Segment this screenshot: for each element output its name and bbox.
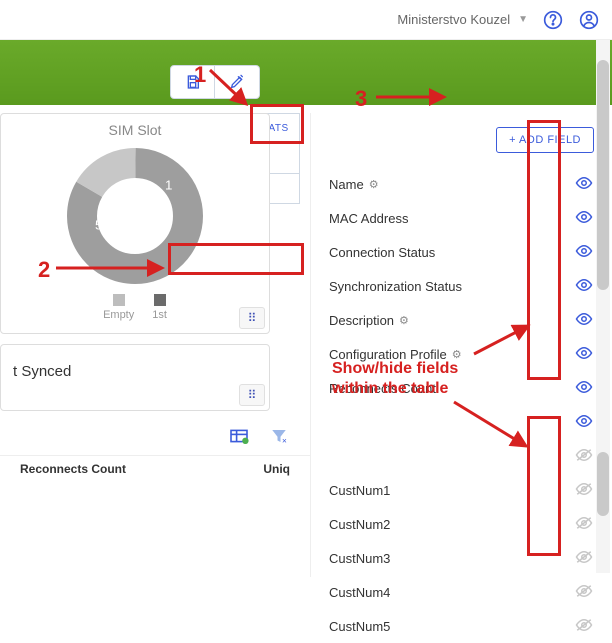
chart-title: SIM Slot — [13, 122, 257, 138]
eye-visible-icon[interactable] — [574, 414, 594, 431]
field-row: CustNum3 — [329, 541, 594, 575]
gear-icon[interactable]: ⚙ — [399, 314, 409, 327]
org-name: Ministerstvo Kouzel — [397, 12, 510, 27]
legend-1st: 1st — [152, 294, 167, 321]
field-label: CustNum1 — [329, 483, 390, 498]
col-uniq: Uniq — [263, 462, 290, 476]
gear-icon[interactable]: ⚙ — [369, 178, 379, 191]
field-row: CustNum2 — [329, 507, 594, 541]
field-label-text: MAC Address — [329, 211, 408, 226]
field-row: Name ⚙ — [329, 167, 594, 201]
field-label: MAC Address — [329, 211, 408, 226]
field-label: CustNum3 — [329, 551, 390, 566]
help-icon[interactable] — [542, 9, 564, 31]
field-label: Configuration Profile ⚙ — [329, 347, 462, 362]
org-selector[interactable]: Ministerstvo Kouzel ▼ — [397, 12, 528, 27]
legend-empty: Empty — [103, 294, 134, 321]
eye-visible-icon[interactable] — [574, 210, 594, 227]
eye-visible-icon[interactable] — [574, 278, 594, 295]
field-row: Configuration Profile ⚙ — [329, 337, 594, 371]
field-row: CustNum5 — [329, 609, 594, 643]
svg-text:1: 1 — [165, 177, 172, 192]
eye-visible-icon[interactable] — [574, 244, 594, 261]
field-label: Reconnects Count — [329, 381, 436, 396]
eye-visible-icon[interactable] — [574, 346, 594, 363]
drag-handle-icon[interactable]: ⠿ — [239, 384, 265, 406]
field-label: Name ⚙ — [329, 177, 379, 192]
eye-hidden-icon[interactable] — [574, 550, 594, 567]
synced-card: t Synced ⠿ — [0, 344, 270, 411]
field-label: CustNum5 — [329, 619, 390, 634]
col-reconnects: Reconnects Count — [20, 462, 126, 476]
eye-hidden-icon[interactable] — [574, 448, 594, 465]
gear-icon[interactable]: ⚙ — [452, 348, 462, 361]
synced-label: t Synced — [13, 363, 71, 380]
save-button[interactable] — [170, 65, 215, 99]
chevron-down-icon: ▼ — [518, 14, 528, 25]
edit-button[interactable] — [215, 65, 260, 99]
scrollbar-thumb[interactable] — [597, 452, 609, 516]
header-band — [0, 40, 612, 105]
field-label-text: Synchronization Status — [329, 279, 462, 294]
field-label-text: CustNum2 — [329, 517, 390, 532]
field-row: Reconnects Count — [329, 371, 594, 405]
columns-icon[interactable] — [228, 425, 250, 447]
field-label-text: Connection Status — [329, 245, 435, 260]
field-row: MAC Address — [329, 201, 594, 235]
field-row: Description ⚙ — [329, 303, 594, 337]
donut-chart: 5 1 — [13, 146, 257, 286]
field-label: Synchronization Status — [329, 279, 462, 294]
field-row: CustNum4 — [329, 575, 594, 609]
account-icon[interactable] — [578, 9, 600, 31]
field-label: Description ⚙ — [329, 313, 409, 328]
field-row — [329, 439, 594, 473]
field-label-text: CustNum1 — [329, 483, 390, 498]
svg-text:×: × — [282, 437, 287, 446]
eye-hidden-icon[interactable] — [574, 584, 594, 601]
eye-visible-icon[interactable] — [574, 176, 594, 193]
field-label-text: CustNum3 — [329, 551, 390, 566]
field-row: Synchronization Status — [329, 269, 594, 303]
add-field-button[interactable]: + ADD FIELD — [496, 127, 594, 153]
field-label: Connection Status — [329, 245, 435, 260]
field-label-text: CustNum4 — [329, 585, 390, 600]
field-label-text: Reconnects Count — [329, 381, 436, 396]
eye-hidden-icon[interactable] — [574, 516, 594, 533]
field-row: CustNum1 — [329, 473, 594, 507]
field-label-text: CustNum5 — [329, 619, 390, 634]
field-row — [329, 405, 594, 439]
eye-hidden-icon[interactable] — [574, 482, 594, 499]
field-label: CustNum4 — [329, 585, 390, 600]
eye-visible-icon[interactable] — [574, 312, 594, 329]
field-label-text: Configuration Profile — [329, 347, 447, 362]
field-label-text: Name — [329, 177, 364, 192]
drag-handle-icon[interactable]: ⠿ — [239, 307, 265, 329]
scrollbar-thumb[interactable] — [597, 60, 609, 290]
filter-icon[interactable]: × — [268, 425, 290, 447]
svg-text:5: 5 — [95, 217, 102, 232]
eye-hidden-icon[interactable] — [574, 618, 594, 635]
field-label-text: Description — [329, 313, 394, 328]
eye-visible-icon[interactable] — [574, 380, 594, 397]
field-row: Connection Status — [329, 235, 594, 269]
field-label: CustNum2 — [329, 517, 390, 532]
